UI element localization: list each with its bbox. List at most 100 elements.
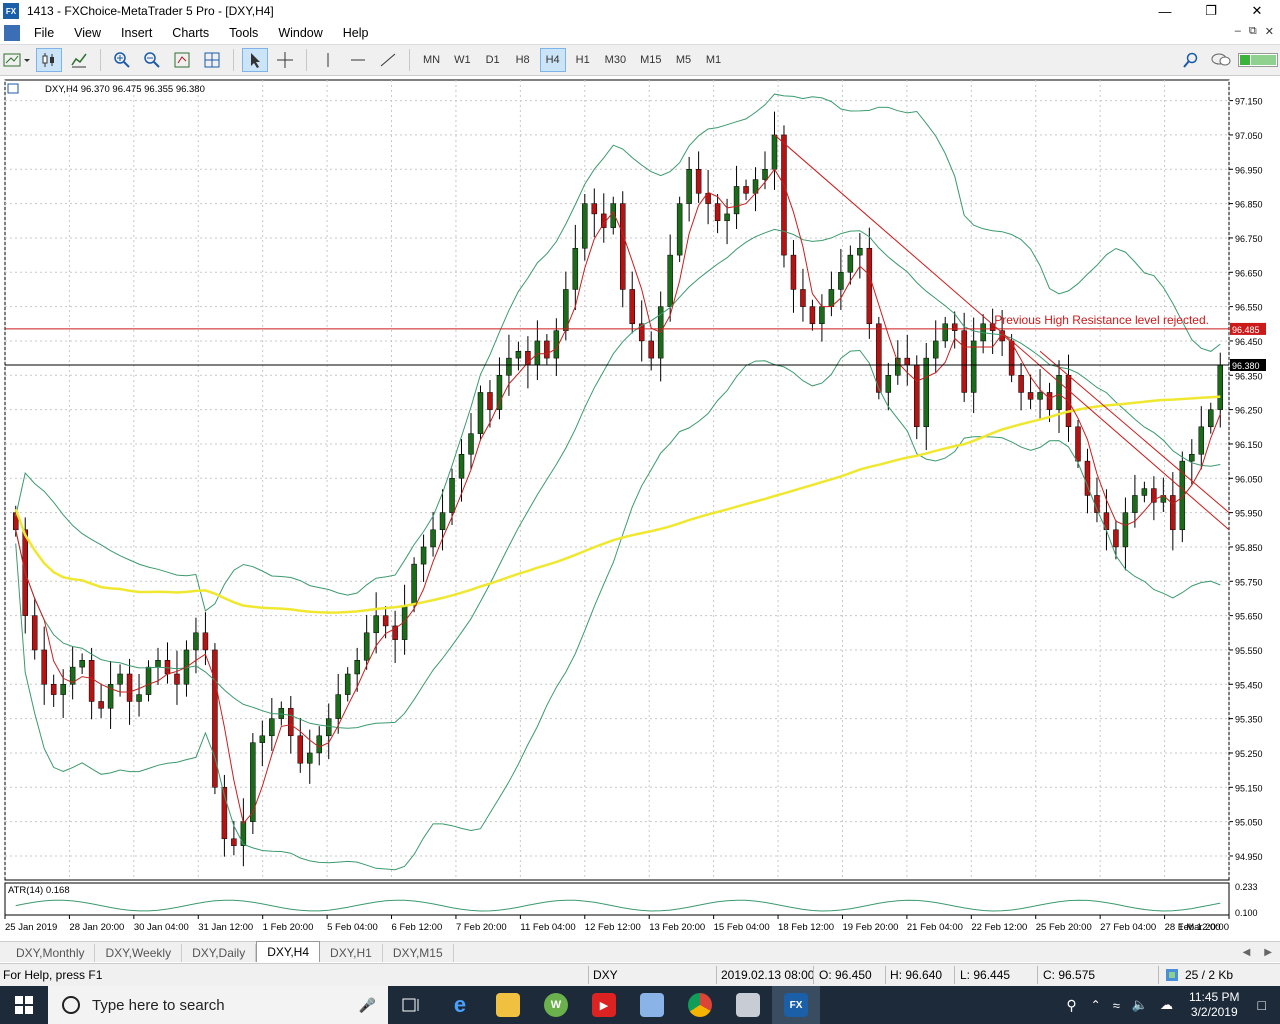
candlestick-chart-icon[interactable] [36, 48, 62, 72]
timeframe-m15[interactable]: M15 [635, 48, 666, 72]
timeframe-m30[interactable]: M30 [600, 48, 631, 72]
time-tick-label: 31 Jan 12:00 [198, 922, 253, 933]
candle-body [895, 357, 901, 376]
tab-scroll-left-icon[interactable]: ◀ [1243, 947, 1251, 958]
onedrive-icon[interactable]: ☁ [1160, 997, 1173, 1013]
candle-body [961, 330, 967, 393]
file-explorer-icon[interactable] [484, 986, 532, 1024]
menu-view[interactable]: View [64, 26, 111, 40]
search-icon[interactable] [1178, 48, 1204, 72]
close-icon[interactable]: ✕ [1234, 0, 1280, 22]
timeframe-h4[interactable]: H4 [539, 48, 566, 72]
candle-body [420, 546, 427, 565]
menu-file[interactable]: File [24, 26, 64, 40]
timeframe-w1[interactable]: W1 [449, 48, 476, 72]
new-chart-icon[interactable] [2, 48, 32, 72]
start-button[interactable] [0, 986, 48, 1024]
time-tick-label: 7 Feb 20:00 [456, 922, 507, 933]
time-tick-label: 5 Feb 04:00 [327, 922, 378, 933]
trendline-icon[interactable] [375, 48, 401, 72]
traffic-icon [1165, 967, 1179, 983]
timeframe-m5[interactable]: M5 [670, 48, 696, 72]
candle-body [733, 186, 740, 215]
maximize-icon[interactable]: ❐ [1188, 0, 1234, 22]
candle-body [354, 660, 360, 675]
status-divider [588, 966, 589, 984]
chart-window-icon[interactable] [4, 25, 20, 41]
candle-body [259, 735, 266, 743]
price-tick-label: 96.950 [1235, 165, 1263, 175]
mdi-minimize-icon[interactable]: – [1235, 25, 1241, 38]
timeframe-h1[interactable]: H1 [570, 48, 596, 72]
minimize-icon[interactable]: — [1142, 0, 1188, 22]
chart-header-icon [7, 83, 19, 94]
mdi-restore-icon[interactable]: ⧉ [1249, 25, 1257, 38]
photos-app-icon[interactable] [724, 986, 772, 1024]
chart-window[interactable]: 97.150 97.050 96.950 96.850 96.750 96.650 96.5… [0, 78, 1280, 936]
price-tick-label: 94.950 [1235, 852, 1263, 862]
edge-icon[interactable]: e [436, 986, 484, 1024]
crosshair-icon[interactable] [272, 48, 298, 72]
horizontal-line-icon[interactable] [345, 48, 371, 72]
status-divider [1037, 966, 1038, 984]
mdi-close-icon[interactable]: ✕ [1265, 25, 1274, 38]
zoom-in-icon[interactable] [109, 48, 135, 72]
chat-icon[interactable] [1208, 48, 1234, 72]
menu-charts[interactable]: Charts [162, 26, 219, 40]
people-icon[interactable]: ⚲ [1066, 997, 1076, 1014]
candle-body [288, 708, 294, 737]
tab-dxy-weekly[interactable]: DXY,Weekly [95, 944, 183, 962]
fxchoice-app-icon[interactable]: FX [772, 986, 820, 1024]
chart-canvas[interactable]: 97.150 97.050 96.950 96.850 96.750 96.650 96.5… [0, 78, 1280, 936]
candle-body [1198, 426, 1205, 455]
timeframe-d1[interactable]: D1 [480, 48, 506, 72]
candle-body [819, 306, 825, 325]
menu-help[interactable]: Help [333, 26, 379, 40]
autoscroll-icon[interactable] [169, 48, 195, 72]
menu-insert[interactable]: Insert [111, 26, 162, 40]
wps-app-icon[interactable]: W [532, 986, 580, 1024]
volume-icon[interactable]: 🔈 [1132, 997, 1148, 1013]
candle-body [686, 169, 692, 204]
notifications-icon[interactable]: □ [1258, 997, 1266, 1013]
tab-dxy-h1[interactable]: DXY,H1 [320, 944, 383, 962]
timeframe-mn[interactable]: MN [418, 48, 445, 72]
status-high: H: 96.640 [890, 968, 943, 982]
tab-dxy-m15[interactable]: DXY,M15 [383, 944, 454, 962]
candle-body [582, 203, 588, 249]
menu-window[interactable]: Window [268, 26, 332, 40]
zoom-out-icon[interactable] [139, 48, 165, 72]
candle-body [1170, 495, 1176, 531]
line-chart-icon[interactable] [66, 48, 92, 72]
candle-body [193, 632, 199, 651]
candle-body [648, 340, 654, 359]
chevron-up-icon[interactable]: ⌃ [1091, 998, 1101, 1012]
taskbar-search[interactable]: Type here to search 🎤 [48, 986, 388, 1024]
vertical-line-icon[interactable] [315, 48, 341, 72]
tab-dxy-h4[interactable]: DXY,H4 [256, 941, 321, 962]
chrome-icon[interactable] [676, 986, 724, 1024]
tab-scroll-right-icon[interactable]: ▶ [1264, 947, 1272, 958]
atr-plot-frame [4, 882, 1230, 916]
tab-dxy-monthly[interactable]: DXY,Monthly [6, 944, 96, 962]
network-app-icon[interactable] [628, 986, 676, 1024]
microphone-icon[interactable]: 🎤 [359, 997, 376, 1014]
timeframe-h8[interactable]: H8 [510, 48, 536, 72]
candle-body [951, 323, 958, 331]
price-tick-label: 95.250 [1235, 749, 1263, 759]
media-app-icon[interactable]: ▶ [580, 986, 628, 1024]
wifi-icon[interactable]: ≈ [1113, 998, 1120, 1013]
taskbar-clock[interactable]: 11:45 PM 3/2/2019 [1189, 990, 1239, 1020]
time-tick-label: 11 Feb 04:00 [520, 922, 575, 933]
tab-dxy-daily[interactable]: DXY,Daily [182, 944, 257, 962]
price-tick-label: 97.050 [1235, 131, 1263, 141]
chart-shift-icon[interactable] [199, 48, 225, 72]
timeframe-m1[interactable]: M1 [700, 48, 726, 72]
cursor-icon[interactable] [242, 48, 268, 72]
task-view-icon[interactable] [388, 986, 436, 1024]
candle-body [174, 673, 180, 685]
candle-body [809, 306, 816, 325]
menu-tools[interactable]: Tools [219, 26, 268, 40]
status-divider [1158, 966, 1159, 984]
candle-body [344, 673, 351, 695]
